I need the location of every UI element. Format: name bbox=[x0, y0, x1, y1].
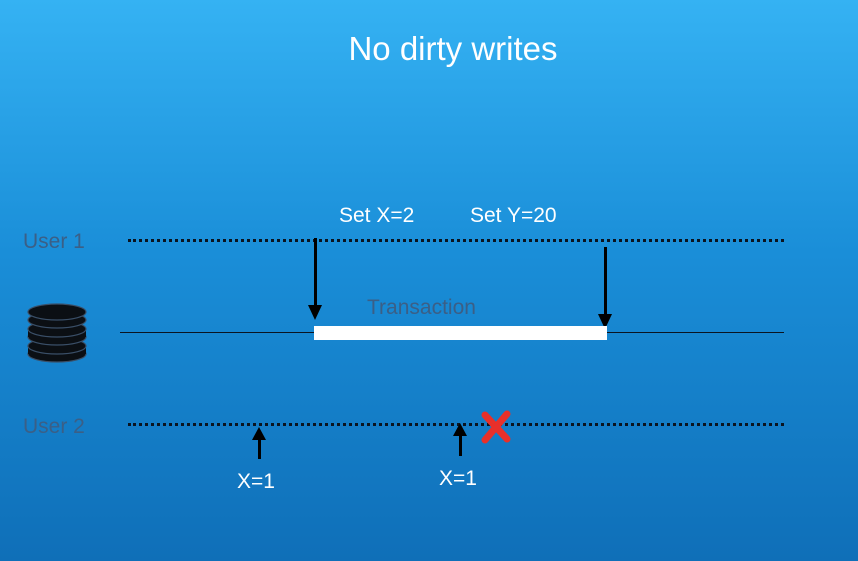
read-value-1: X=1 bbox=[237, 470, 275, 493]
read-arrow-2 bbox=[453, 423, 467, 456]
op-set-y: Set Y=20 bbox=[470, 204, 557, 227]
user1-timeline bbox=[128, 239, 784, 242]
transaction-label: Transaction bbox=[367, 296, 476, 319]
user2-label: User 2 bbox=[23, 415, 85, 438]
slide-title: No dirty writes bbox=[348, 30, 558, 67]
write-arrow-y bbox=[598, 247, 612, 329]
database-icon bbox=[27, 303, 87, 363]
user1-label: User 1 bbox=[23, 230, 85, 253]
read-value-2: X=1 bbox=[439, 467, 477, 490]
write-arrow-x bbox=[308, 238, 322, 320]
transaction-bar bbox=[314, 326, 607, 340]
op-set-x: Set X=2 bbox=[339, 204, 415, 227]
read-arrow-1 bbox=[252, 427, 266, 459]
red-x-icon bbox=[481, 410, 511, 444]
